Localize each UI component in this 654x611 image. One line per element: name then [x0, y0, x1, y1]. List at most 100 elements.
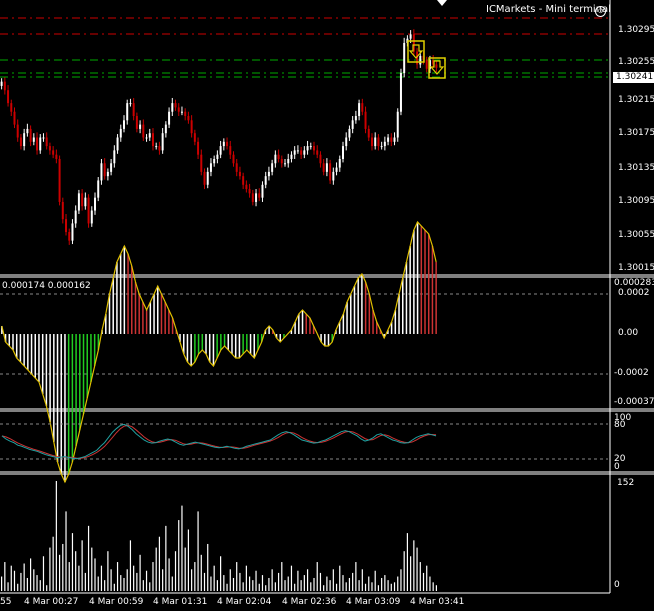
candle-body	[235, 163, 238, 172]
candle-body	[338, 158, 341, 168]
candle-body	[303, 150, 306, 155]
candles-group	[0, 29, 438, 245]
candle-body	[290, 154, 293, 159]
candle-body	[177, 107, 180, 112]
candle-body	[16, 124, 19, 138]
time-label: 4 Mar 00:59	[89, 597, 144, 607]
candle-body	[139, 124, 142, 129]
sell-signal-icon[interactable]	[428, 57, 446, 79]
candle-body	[264, 176, 267, 185]
time-label: 4 Mar 01:31	[153, 597, 208, 607]
candle-body	[174, 103, 177, 108]
candle-body	[71, 223, 74, 241]
candle-body	[248, 189, 251, 194]
candle-body	[354, 116, 357, 121]
candle-body	[255, 193, 258, 202]
candle-body	[151, 133, 154, 147]
candle-body	[197, 141, 200, 155]
candle-body	[377, 137, 380, 147]
candle-body	[287, 158, 290, 164]
candle-body	[74, 210, 77, 224]
macd-scale-label: 0.0002	[618, 288, 650, 298]
candle-body	[319, 154, 322, 164]
candle-body	[213, 158, 216, 164]
candle-body	[351, 120, 354, 129]
window-title: ICMarkets - Mini terminal	[486, 4, 611, 15]
macd-histogram-group	[1, 220, 437, 484]
candle-body	[132, 103, 135, 117]
candle-body	[13, 111, 16, 125]
macd-scale-label: -0.0002	[614, 368, 649, 378]
macd-signal-line	[1, 220, 437, 484]
price-label: 1.30175	[618, 128, 654, 138]
macd-scale-label: -0.00037	[614, 397, 654, 407]
macd-scale-label: 0.000283	[614, 278, 654, 288]
price-label: 1.30295	[618, 25, 654, 35]
price-label: 1.30215	[618, 95, 654, 105]
time-label: 4 Mar 03:09	[346, 597, 401, 607]
chart-shift-marker[interactable]	[437, 0, 447, 6]
time-label: 55	[0, 597, 12, 607]
chart-canvas[interactable]	[0, 0, 654, 611]
candle-body	[168, 111, 171, 125]
candle-body	[10, 103, 13, 112]
candle-body	[261, 184, 264, 198]
candle-body	[219, 146, 222, 155]
candle-body	[119, 128, 122, 138]
candle-body	[155, 146, 158, 148]
candle-body	[81, 193, 84, 207]
time-label: 4 Mar 00:27	[24, 597, 79, 607]
candle-body	[309, 146, 312, 148]
candle-body	[3, 81, 6, 91]
candle-body	[232, 154, 235, 164]
candle-body	[348, 128, 351, 138]
candle-body	[103, 163, 106, 177]
candle-body	[77, 193, 80, 211]
candle-body	[84, 197, 87, 207]
candle-body	[387, 137, 390, 142]
candle-body	[97, 180, 100, 198]
candle-body	[45, 137, 48, 147]
stoch-scale-label: 0	[614, 462, 620, 472]
candle-body	[94, 197, 97, 211]
candle-body	[171, 103, 174, 112]
volume-scale-label: 0	[614, 580, 620, 590]
candle-body	[142, 124, 145, 138]
sell-signal-icon[interactable]	[407, 40, 425, 63]
candle-body	[284, 163, 287, 165]
candle-body	[129, 103, 132, 105]
candle-body	[271, 163, 274, 172]
settings-icon[interactable]: ⊙	[595, 6, 606, 17]
candle-body	[399, 73, 402, 112]
candle-body	[267, 171, 270, 177]
candle-body	[345, 137, 348, 147]
candle-body	[193, 133, 196, 142]
candle-body	[383, 141, 386, 147]
candle-body	[87, 197, 90, 224]
candle-body	[55, 154, 58, 159]
candle-body	[325, 163, 328, 172]
candle-body	[245, 184, 248, 190]
candle-body	[200, 154, 203, 172]
candle-body	[361, 103, 364, 112]
candle-body	[135, 116, 138, 129]
candle-body	[0, 81, 3, 86]
candle-body	[396, 111, 399, 138]
price-label: 1.30255	[618, 57, 654, 67]
stoch-line-group	[1, 423, 437, 460]
candle-body	[148, 133, 151, 138]
candle-body	[161, 133, 164, 151]
candle-body	[190, 120, 193, 134]
candle-body	[39, 137, 42, 151]
candle-body	[145, 137, 148, 139]
candle-body	[316, 150, 319, 155]
candle-body	[209, 163, 212, 172]
candle-body	[19, 137, 22, 147]
candle-body	[419, 55, 422, 65]
current-price-tag: 1.30241	[613, 72, 654, 83]
candle-body	[7, 90, 10, 104]
candle-body	[206, 171, 209, 185]
candle-body	[48, 146, 51, 151]
candle-body	[367, 128, 370, 138]
candle-body	[380, 146, 383, 148]
